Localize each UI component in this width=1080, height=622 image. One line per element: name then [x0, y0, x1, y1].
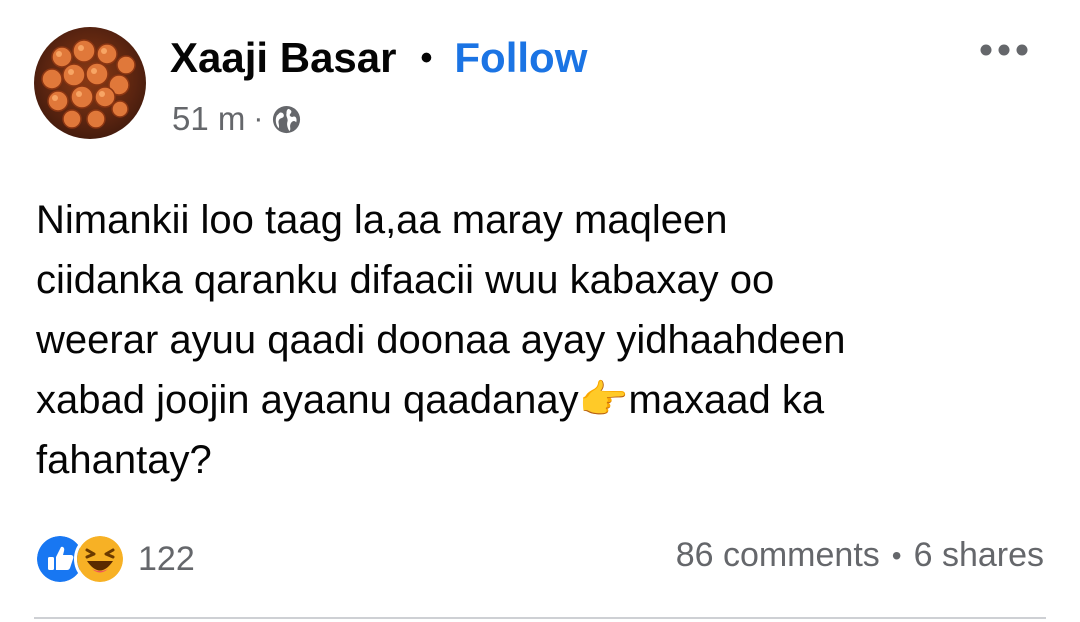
- avatar-image: [41, 39, 136, 129]
- header-separator: •: [420, 38, 433, 77]
- post-text: Nimankii loo taag la,aa maray maqleen ci…: [36, 198, 846, 482]
- divider: [34, 617, 1046, 619]
- follow-button[interactable]: Follow: [454, 34, 587, 82]
- more-horizontal-icon[interactable]: [978, 34, 1030, 66]
- engagement-summary: 86 comments • 6 shares: [676, 536, 1044, 575]
- author-name[interactable]: Xaaji Basar: [170, 34, 397, 82]
- shares-link[interactable]: 6 shares: [914, 536, 1044, 575]
- reactions-summary[interactable]: 122: [34, 533, 195, 585]
- engagement-separator: •: [891, 539, 902, 571]
- comments-link[interactable]: 86 comments: [676, 536, 880, 575]
- reaction-count: 122: [138, 539, 195, 578]
- globe-icon[interactable]: [271, 104, 302, 135]
- post-header: Xaaji Basar • Follow: [170, 34, 587, 82]
- haha-icon: [74, 533, 126, 585]
- post-meta: 51 m ·: [172, 100, 302, 138]
- author-avatar[interactable]: [34, 27, 146, 139]
- post-timestamp[interactable]: 51 m: [172, 100, 245, 138]
- meta-separator: ·: [253, 102, 264, 135]
